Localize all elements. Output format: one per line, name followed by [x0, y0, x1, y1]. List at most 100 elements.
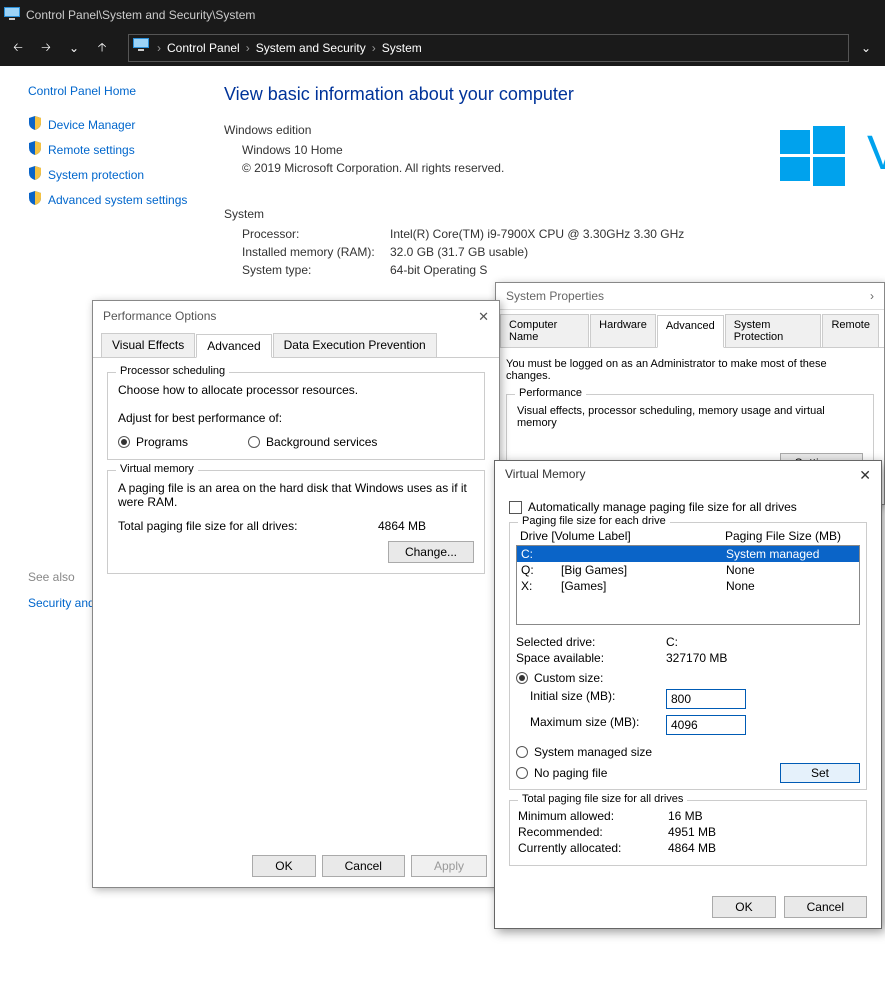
change-button[interactable]: Change... — [388, 541, 474, 563]
recommended-label: Recommended: — [518, 825, 668, 839]
selected-drive-value: C: — [666, 635, 678, 649]
performance-desc: Visual effects, processor scheduling, me… — [517, 405, 863, 429]
up-button[interactable]: 🡡 — [90, 36, 114, 60]
radio-background-services[interactable]: Background services — [248, 435, 377, 449]
vm-desc: A paging file is an area on the hard dis… — [118, 481, 474, 509]
shield-icon — [28, 116, 42, 133]
vm-total-value: 4864 MB — [378, 519, 426, 533]
forward-button[interactable]: 🡢 — [34, 36, 58, 60]
totals-fieldset: Total paging file size for all drives Mi… — [509, 800, 867, 866]
shield-icon — [28, 141, 42, 158]
drive-row-c[interactable]: C: System managed — [517, 546, 859, 562]
shield-icon — [28, 166, 42, 183]
space-available-label: Space available: — [516, 651, 666, 665]
radio-label: Background services — [266, 435, 377, 449]
currently-allocated-label: Currently allocated: — [518, 841, 668, 855]
recommended-value: 4951 MB — [668, 825, 716, 839]
address-dropdown[interactable]: ⌄ — [853, 41, 879, 55]
chevron-right-icon[interactable]: › — [870, 289, 874, 303]
sidebar-link-label: Advanced system settings — [48, 193, 187, 207]
sidebar-link-label: Remote settings — [48, 143, 135, 157]
initial-size-label: Initial size (MB): — [530, 689, 666, 709]
back-button[interactable]: 🡠 — [6, 36, 30, 60]
virtual-memory-dialog: Virtual Memory ✕ Automatically manage pa… — [494, 460, 882, 929]
radio-icon — [516, 672, 528, 684]
tab-computer-name[interactable]: Computer Name — [500, 314, 589, 347]
max-size-input[interactable] — [666, 715, 746, 735]
radio-icon — [118, 436, 130, 448]
tab-remote[interactable]: Remote — [822, 314, 879, 347]
sidebar-item-device-manager[interactable]: Device Manager — [28, 116, 210, 133]
breadcrumb-seg-2[interactable]: System and Security — [250, 41, 372, 55]
tab-system-protection[interactable]: System Protection — [725, 314, 822, 347]
col-size-header: Paging File Size (MB) — [725, 529, 841, 543]
sidebar-item-advanced-system-settings[interactable]: Advanced system settings — [28, 191, 210, 208]
windows-logo: V — [780, 126, 885, 200]
totals-legend: Total paging file size for all drives — [518, 793, 687, 805]
virtual-memory-fieldset: Virtual memory A paging file is an area … — [107, 470, 485, 574]
processor-label: Processor: — [242, 227, 390, 241]
set-button[interactable]: Set — [780, 763, 860, 783]
cancel-button[interactable]: Cancel — [784, 896, 867, 918]
tab-hardware[interactable]: Hardware — [590, 314, 656, 347]
processor-scheduling-fieldset: Processor scheduling Choose how to alloc… — [107, 372, 485, 460]
sidebar-link-label: Device Manager — [48, 118, 135, 132]
window-titlebar: Control Panel\System and Security\System — [0, 0, 885, 30]
window-title-path: Control Panel\System and Security\System — [26, 8, 255, 22]
selected-drive-label: Selected drive: — [516, 635, 666, 649]
breadcrumb-seg-3[interactable]: System — [376, 41, 428, 55]
sidebar-item-system-protection[interactable]: System protection — [28, 166, 210, 183]
navigation-bar: 🡠 🡢 ⌄ 🡡 › Control Panel › System and Sec… — [0, 30, 885, 66]
initial-size-input[interactable] — [666, 689, 746, 709]
radio-icon — [516, 767, 528, 779]
dialog-title: Performance Options — [103, 309, 216, 325]
radio-no-paging[interactable]: No paging file — [516, 766, 780, 780]
paging-legend: Paging file size for each drive — [518, 515, 670, 527]
system-icon — [4, 7, 20, 24]
radio-system-managed[interactable]: System managed size — [516, 745, 860, 759]
system-type-value: 64-bit Operating S — [390, 263, 487, 277]
checkbox-icon — [509, 501, 522, 514]
max-size-label: Maximum size (MB): — [530, 715, 666, 735]
perfopt-tabs: Visual Effects Advanced Data Execution P… — [93, 333, 499, 358]
ok-button[interactable]: OK — [252, 855, 315, 877]
address-bar[interactable]: › Control Panel › System and Security › … — [128, 34, 849, 62]
drive-list[interactable]: C: System managed Q: [Big Games] None X:… — [516, 545, 860, 625]
drive-row-x[interactable]: X: [Games] None — [517, 578, 859, 594]
main-panel: View basic information about your comput… — [210, 66, 885, 316]
radio-custom-size[interactable]: Custom size: — [516, 671, 860, 685]
tab-advanced[interactable]: Advanced — [196, 334, 271, 358]
dialog-title: System Properties — [506, 289, 604, 303]
sidebar-item-remote-settings[interactable]: Remote settings — [28, 141, 210, 158]
tab-visual-effects[interactable]: Visual Effects — [101, 333, 195, 357]
sidebar-link-label: System protection — [48, 168, 144, 182]
performance-options-dialog: Performance Options ✕ Visual Effects Adv… — [92, 300, 500, 888]
close-icon[interactable]: ✕ — [478, 309, 489, 325]
admin-note: You must be logged on as an Administrato… — [506, 358, 874, 382]
space-available-value: 327170 MB — [666, 651, 727, 665]
drive-row-q[interactable]: Q: [Big Games] None — [517, 562, 859, 578]
tab-advanced[interactable]: Advanced — [657, 315, 724, 348]
dialog-title: Virtual Memory — [505, 467, 585, 484]
see-also-link[interactable]: Security and — [28, 596, 95, 610]
tab-dep[interactable]: Data Execution Prevention — [273, 333, 437, 357]
auto-manage-checkbox[interactable]: Automatically manage paging file size fo… — [509, 500, 867, 514]
checkbox-label: Automatically manage paging file size fo… — [528, 500, 797, 514]
page-heading: View basic information about your comput… — [224, 84, 885, 105]
close-icon[interactable]: ✕ — [859, 467, 871, 484]
paging-file-fieldset: Paging file size for each drive Drive [V… — [509, 522, 867, 790]
breadcrumb-seg-1[interactable]: Control Panel — [161, 41, 246, 55]
min-allowed-label: Minimum allowed: — [518, 809, 668, 823]
ram-label: Installed memory (RAM): — [242, 245, 390, 259]
address-icon — [133, 38, 153, 58]
cancel-button[interactable]: Cancel — [322, 855, 405, 877]
radio-label: Custom size: — [534, 671, 603, 685]
radio-programs[interactable]: Programs — [118, 435, 188, 449]
control-panel-home-link[interactable]: Control Panel Home — [28, 84, 210, 98]
recent-dropdown[interactable]: ⌄ — [62, 36, 86, 60]
adjust-label: Adjust for best performance of: — [118, 411, 474, 425]
apply-button[interactable]: Apply — [411, 855, 487, 877]
content-area: Control Panel Home Device Manager Remote… — [0, 66, 885, 316]
processor-value: Intel(R) Core(TM) i9-7900X CPU @ 3.30GHz… — [390, 227, 684, 241]
ok-button[interactable]: OK — [712, 896, 775, 918]
